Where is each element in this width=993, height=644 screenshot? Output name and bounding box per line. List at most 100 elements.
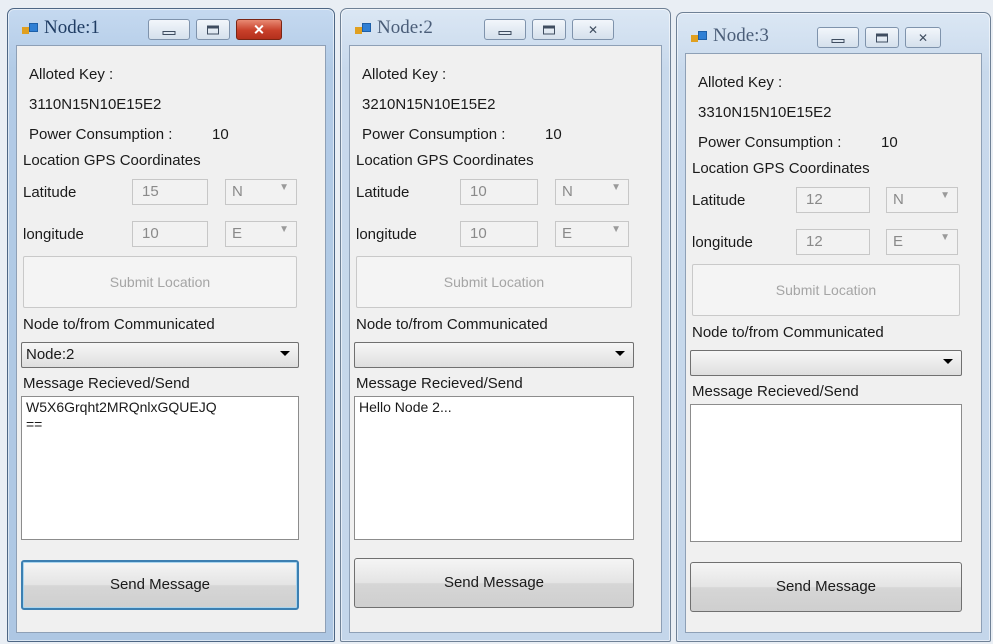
alloted-key-label: Alloted Key : bbox=[362, 66, 447, 83]
title-bar[interactable]: Node:1 ✕ bbox=[8, 9, 334, 43]
alloted-key-value: 3210N15N10E15E2 bbox=[362, 96, 496, 113]
close-icon: ✕ bbox=[253, 21, 265, 37]
maximize-icon bbox=[207, 25, 219, 34]
node1-window[interactable]: Node:1 ✕ Alloted Key : 3110N15N10E15E2 P… bbox=[7, 8, 335, 642]
minimize-button[interactable] bbox=[484, 19, 526, 40]
window-title: Node:3 bbox=[713, 25, 769, 46]
gps-label: Location GPS Coordinates bbox=[356, 152, 534, 169]
node2-window[interactable]: Node:2 ✕ Alloted Key : 3210N15N10E15E2 P… bbox=[340, 8, 671, 642]
title-bar[interactable]: Node:3 ✕ bbox=[677, 13, 990, 48]
title-bar[interactable]: Node:2 ✕ bbox=[341, 9, 670, 43]
close-icon: ✕ bbox=[917, 30, 929, 45]
longitude-direction-value: E bbox=[893, 233, 904, 250]
gps-label: Location GPS Coordinates bbox=[692, 160, 870, 177]
message-textbox[interactable]: Hello Node 2... bbox=[354, 396, 634, 540]
minimize-icon bbox=[162, 31, 176, 35]
power-label: Power Consumption : bbox=[362, 126, 506, 143]
message-textbox[interactable] bbox=[690, 404, 962, 542]
form-icon bbox=[355, 23, 371, 35]
form-icon bbox=[691, 31, 707, 43]
maximize-button[interactable] bbox=[532, 19, 566, 40]
maximize-button[interactable] bbox=[865, 27, 899, 48]
close-button[interactable]: ✕ bbox=[236, 19, 282, 40]
latitude-label: Latitude bbox=[356, 184, 410, 201]
latitude-field[interactable]: 10 bbox=[460, 179, 538, 205]
chevron-down-icon: ▼ bbox=[611, 182, 621, 193]
submit-location-button[interactable]: Submit Location bbox=[356, 256, 632, 308]
node-select[interactable] bbox=[690, 350, 962, 376]
send-message-button[interactable]: Send Message bbox=[690, 562, 962, 612]
minimize-button[interactable] bbox=[148, 19, 190, 40]
node3-window[interactable]: Node:3 ✕ Alloted Key : 3310N15N10E15E2 P… bbox=[676, 12, 991, 642]
power-label: Power Consumption : bbox=[29, 126, 173, 143]
latitude-direction-value: N bbox=[562, 183, 573, 200]
chevron-down-icon bbox=[943, 359, 953, 364]
longitude-field[interactable]: 10 bbox=[460, 221, 538, 247]
latitude-field[interactable]: 12 bbox=[796, 187, 870, 213]
latitude-label: Latitude bbox=[23, 184, 77, 201]
submit-location-button[interactable]: Submit Location bbox=[692, 264, 960, 316]
latitude-direction-select[interactable]: N ▼ bbox=[555, 179, 629, 205]
chevron-down-icon: ▼ bbox=[940, 232, 950, 243]
message-label: Message Recieved/Send bbox=[23, 375, 190, 392]
node-select[interactable]: Node:2 bbox=[21, 342, 299, 368]
alloted-key-value: 3110N15N10E15E2 bbox=[29, 96, 162, 113]
message-label: Message Recieved/Send bbox=[692, 383, 859, 400]
alloted-key-label: Alloted Key : bbox=[698, 74, 783, 91]
power-label: Power Consumption : bbox=[698, 134, 842, 151]
latitude-direction-value: N bbox=[232, 183, 243, 200]
comm-label: Node to/from Communicated bbox=[356, 316, 548, 333]
longitude-direction-select[interactable]: E ▼ bbox=[555, 221, 629, 247]
close-button[interactable]: ✕ bbox=[572, 19, 614, 40]
close-icon: ✕ bbox=[587, 22, 599, 37]
comm-label: Node to/from Communicated bbox=[23, 316, 215, 333]
window-title: Node:2 bbox=[377, 17, 433, 38]
longitude-label: longitude bbox=[356, 226, 417, 243]
longitude-direction-select[interactable]: E ▼ bbox=[886, 229, 958, 255]
message-label: Message Recieved/Send bbox=[356, 375, 523, 392]
alloted-key-value: 3310N15N10E15E2 bbox=[698, 104, 832, 121]
power-value: 10 bbox=[881, 134, 898, 151]
node-select-value: Node:2 bbox=[26, 346, 75, 363]
chevron-down-icon bbox=[280, 351, 290, 356]
form-icon bbox=[22, 23, 38, 35]
latitude-direction-select[interactable]: N ▼ bbox=[225, 179, 297, 205]
maximize-icon bbox=[543, 25, 555, 34]
chevron-down-icon bbox=[615, 351, 625, 356]
client-area: Alloted Key : 3110N15N10E15E2 Power Cons… bbox=[16, 45, 326, 633]
send-message-button[interactable]: Send Message bbox=[354, 558, 634, 608]
send-message-button[interactable]: Send Message bbox=[21, 560, 299, 610]
longitude-field[interactable]: 10 bbox=[132, 221, 208, 247]
maximize-button[interactable] bbox=[196, 19, 230, 40]
power-value: 10 bbox=[212, 126, 229, 143]
latitude-direction-value: N bbox=[893, 191, 904, 208]
power-value: 10 bbox=[545, 126, 562, 143]
chevron-down-icon: ▼ bbox=[279, 182, 289, 193]
minimize-button[interactable] bbox=[817, 27, 859, 48]
longitude-direction-value: E bbox=[562, 225, 573, 242]
longitude-direction-value: E bbox=[232, 225, 243, 242]
longitude-direction-select[interactable]: E ▼ bbox=[225, 221, 297, 247]
client-area: Alloted Key : 3310N15N10E15E2 Power Cons… bbox=[685, 53, 982, 633]
alloted-key-label: Alloted Key : bbox=[29, 66, 114, 83]
latitude-field[interactable]: 15 bbox=[132, 179, 208, 205]
longitude-label: longitude bbox=[23, 226, 84, 243]
message-textbox[interactable]: W5X6Grqht2MRQnlxGQUEJQ == bbox=[21, 396, 299, 540]
submit-location-button[interactable]: Submit Location bbox=[23, 256, 297, 308]
chevron-down-icon: ▼ bbox=[940, 190, 950, 201]
longitude-field[interactable]: 12 bbox=[796, 229, 870, 255]
node-select[interactable] bbox=[354, 342, 634, 368]
comm-label: Node to/from Communicated bbox=[692, 324, 884, 341]
maximize-icon bbox=[876, 33, 888, 42]
close-button[interactable]: ✕ bbox=[905, 27, 941, 48]
chevron-down-icon: ▼ bbox=[279, 224, 289, 235]
window-title: Node:1 bbox=[44, 17, 100, 38]
longitude-label: longitude bbox=[692, 234, 753, 251]
latitude-label: Latitude bbox=[692, 192, 746, 209]
client-area: Alloted Key : 3210N15N10E15E2 Power Cons… bbox=[349, 45, 662, 633]
minimize-icon bbox=[831, 39, 845, 43]
minimize-icon bbox=[498, 31, 512, 35]
latitude-direction-select[interactable]: N ▼ bbox=[886, 187, 958, 213]
gps-label: Location GPS Coordinates bbox=[23, 152, 201, 169]
chevron-down-icon: ▼ bbox=[611, 224, 621, 235]
